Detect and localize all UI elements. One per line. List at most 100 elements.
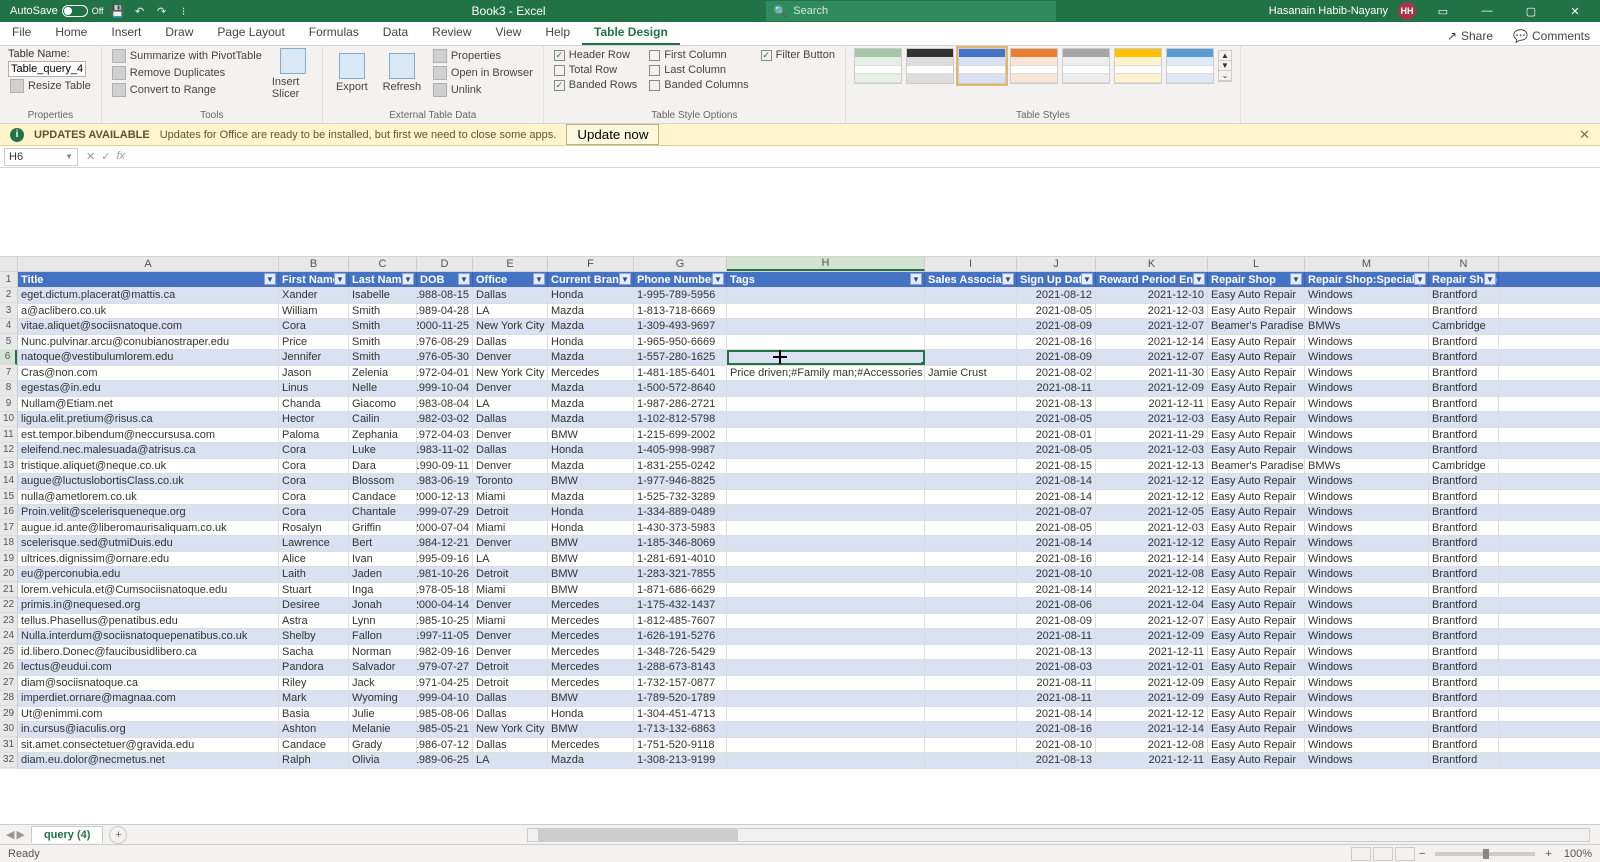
cell[interactable]: 1-812-485-7607 [634,614,727,629]
cell[interactable]: 2021-08-01 [1017,428,1096,443]
row-number[interactable]: 4 [0,319,17,335]
cell[interactable]: 1978-05-18 [417,583,473,598]
cell[interactable]: New York City [473,722,548,737]
cell[interactable]: Dallas [473,707,548,722]
cell[interactable]: 2021-08-13 [1017,645,1096,660]
cell[interactable]: 2021-08-05 [1017,443,1096,458]
cell[interactable]: Easy Auto Repair [1208,614,1305,629]
cell[interactable]: 1-185-346-8069 [634,536,727,551]
cell[interactable]: 1-713-132-6863 [634,722,727,737]
cell[interactable]: Cras@non.com [18,366,279,381]
cell[interactable]: 1-309-493-9697 [634,319,727,334]
update-now-button[interactable]: Update now [566,124,659,145]
filter-dropdown-icon[interactable]: ▼ [1193,273,1205,285]
cell[interactable]: 1985-05-21 [417,722,473,737]
cell[interactable]: in.cursus@iaculis.org [18,722,279,737]
cell[interactable]: Cora [279,490,349,505]
cell[interactable]: Sacha [279,645,349,660]
row-number[interactable]: 6 [0,350,17,366]
cell[interactable]: 2021-08-03 [1017,660,1096,675]
sheet-nav-next-icon[interactable]: ▶ [16,828,24,841]
cell[interactable]: BMW [548,536,634,551]
zoom-knob[interactable] [1483,849,1489,859]
row-number[interactable]: 8 [0,381,17,397]
cell[interactable]: Smith [349,304,417,319]
tab-page-layout[interactable]: Page Layout [205,21,296,45]
ext-properties-button[interactable]: Properties [431,48,535,64]
cell[interactable]: Easy Auto Repair [1208,428,1305,443]
cell[interactable] [925,722,1017,737]
zoom-level[interactable]: 100% [1556,848,1592,860]
tab-home[interactable]: Home [43,21,99,45]
cell[interactable]: Easy Auto Repair [1208,521,1305,536]
row-number[interactable]: 29 [0,706,17,722]
cell[interactable]: Toronto [473,474,548,489]
cell[interactable]: 2021-08-14 [1017,490,1096,505]
cell[interactable]: Detroit [473,660,548,675]
tab-insert[interactable]: Insert [99,21,153,45]
cell[interactable]: 2021-12-09 [1096,691,1208,706]
cell[interactable]: Xander [279,288,349,303]
cell[interactable] [727,691,925,706]
cell[interactable] [727,614,925,629]
autosave-toggle[interactable]: AutoSave Off [10,5,104,17]
cell[interactable]: 1-348-726-5429 [634,645,727,660]
cell[interactable]: 2021-12-05 [1096,505,1208,520]
cell[interactable]: 2021-12-12 [1096,490,1208,505]
cell[interactable]: 1-430-373-5983 [634,521,727,536]
cell[interactable]: Mazda [548,490,634,505]
cell[interactable]: 2021-08-05 [1017,521,1096,536]
cell[interactable]: Dallas [473,335,548,350]
cell[interactable]: 1-500-572-8640 [634,381,727,396]
enter-formula-icon[interactable]: ✓ [101,150,110,163]
cell[interactable]: 2021-12-09 [1096,629,1208,644]
cell[interactable]: Easy Auto Repair [1208,753,1305,768]
cell[interactable]: ligula.elit.pretium@risus.ca [18,412,279,427]
cell[interactable]: nulla@ametlorem.co.uk [18,490,279,505]
table-header-cell[interactable]: DOB▼ [417,272,473,287]
cell[interactable]: Windows [1305,397,1429,412]
cell[interactable]: Mercedes [548,676,634,691]
cell[interactable]: Cora [279,443,349,458]
cell[interactable] [727,567,925,582]
cell[interactable] [925,753,1017,768]
cell[interactable]: Easy Auto Repair [1208,660,1305,675]
cell[interactable]: Blossom [349,474,417,489]
cell[interactable] [727,397,925,412]
table-header-cell[interactable]: Repair Shop:Specialty▼ [1305,272,1429,287]
cell[interactable]: lorem.vehicula.et@Cumsociisnatoque.edu [18,583,279,598]
cell[interactable] [925,381,1017,396]
cell[interactable]: 1-831-255-0242 [634,459,727,474]
cell[interactable]: 2021-08-11 [1017,676,1096,691]
cell[interactable]: 2021-08-05 [1017,412,1096,427]
cell[interactable]: Denver [473,381,548,396]
cell[interactable] [925,397,1017,412]
cell[interactable]: 2021-08-16 [1017,552,1096,567]
cell[interactable] [925,443,1017,458]
cell[interactable] [727,381,925,396]
row-number[interactable]: 1 [0,272,17,288]
cell[interactable]: Denver [473,350,548,365]
cell[interactable] [727,288,925,303]
scroll-thumb[interactable] [538,829,738,841]
cell[interactable]: Miami [473,583,548,598]
filter-dropdown-icon[interactable]: ▼ [1414,273,1426,285]
cell[interactable]: Easy Auto Repair [1208,350,1305,365]
cell[interactable]: 1997-11-05 [417,629,473,644]
table-header-cell[interactable]: Last Name▼ [349,272,417,287]
cell[interactable] [727,598,925,613]
cell[interactable]: eu@perconubia.edu [18,567,279,582]
cell[interactable]: 1-288-673-8143 [634,660,727,675]
cell[interactable]: BMW [548,583,634,598]
cell[interactable]: BMWs [1305,459,1429,474]
cell[interactable] [727,552,925,567]
cell[interactable]: Brantford [1429,583,1499,598]
cell[interactable]: Windows [1305,288,1429,303]
cell[interactable]: eget.dictum.placerat@mattis.ca [18,288,279,303]
cell[interactable]: Brantford [1429,350,1499,365]
table-header-cell[interactable]: Phone Number▼ [634,272,727,287]
summarize-pivot-button[interactable]: Summarize with PivotTable [110,48,264,64]
cell[interactable]: Easy Auto Repair [1208,490,1305,505]
cell[interactable]: Brantford [1429,335,1499,350]
table-header-cell[interactable]: Office▼ [473,272,548,287]
